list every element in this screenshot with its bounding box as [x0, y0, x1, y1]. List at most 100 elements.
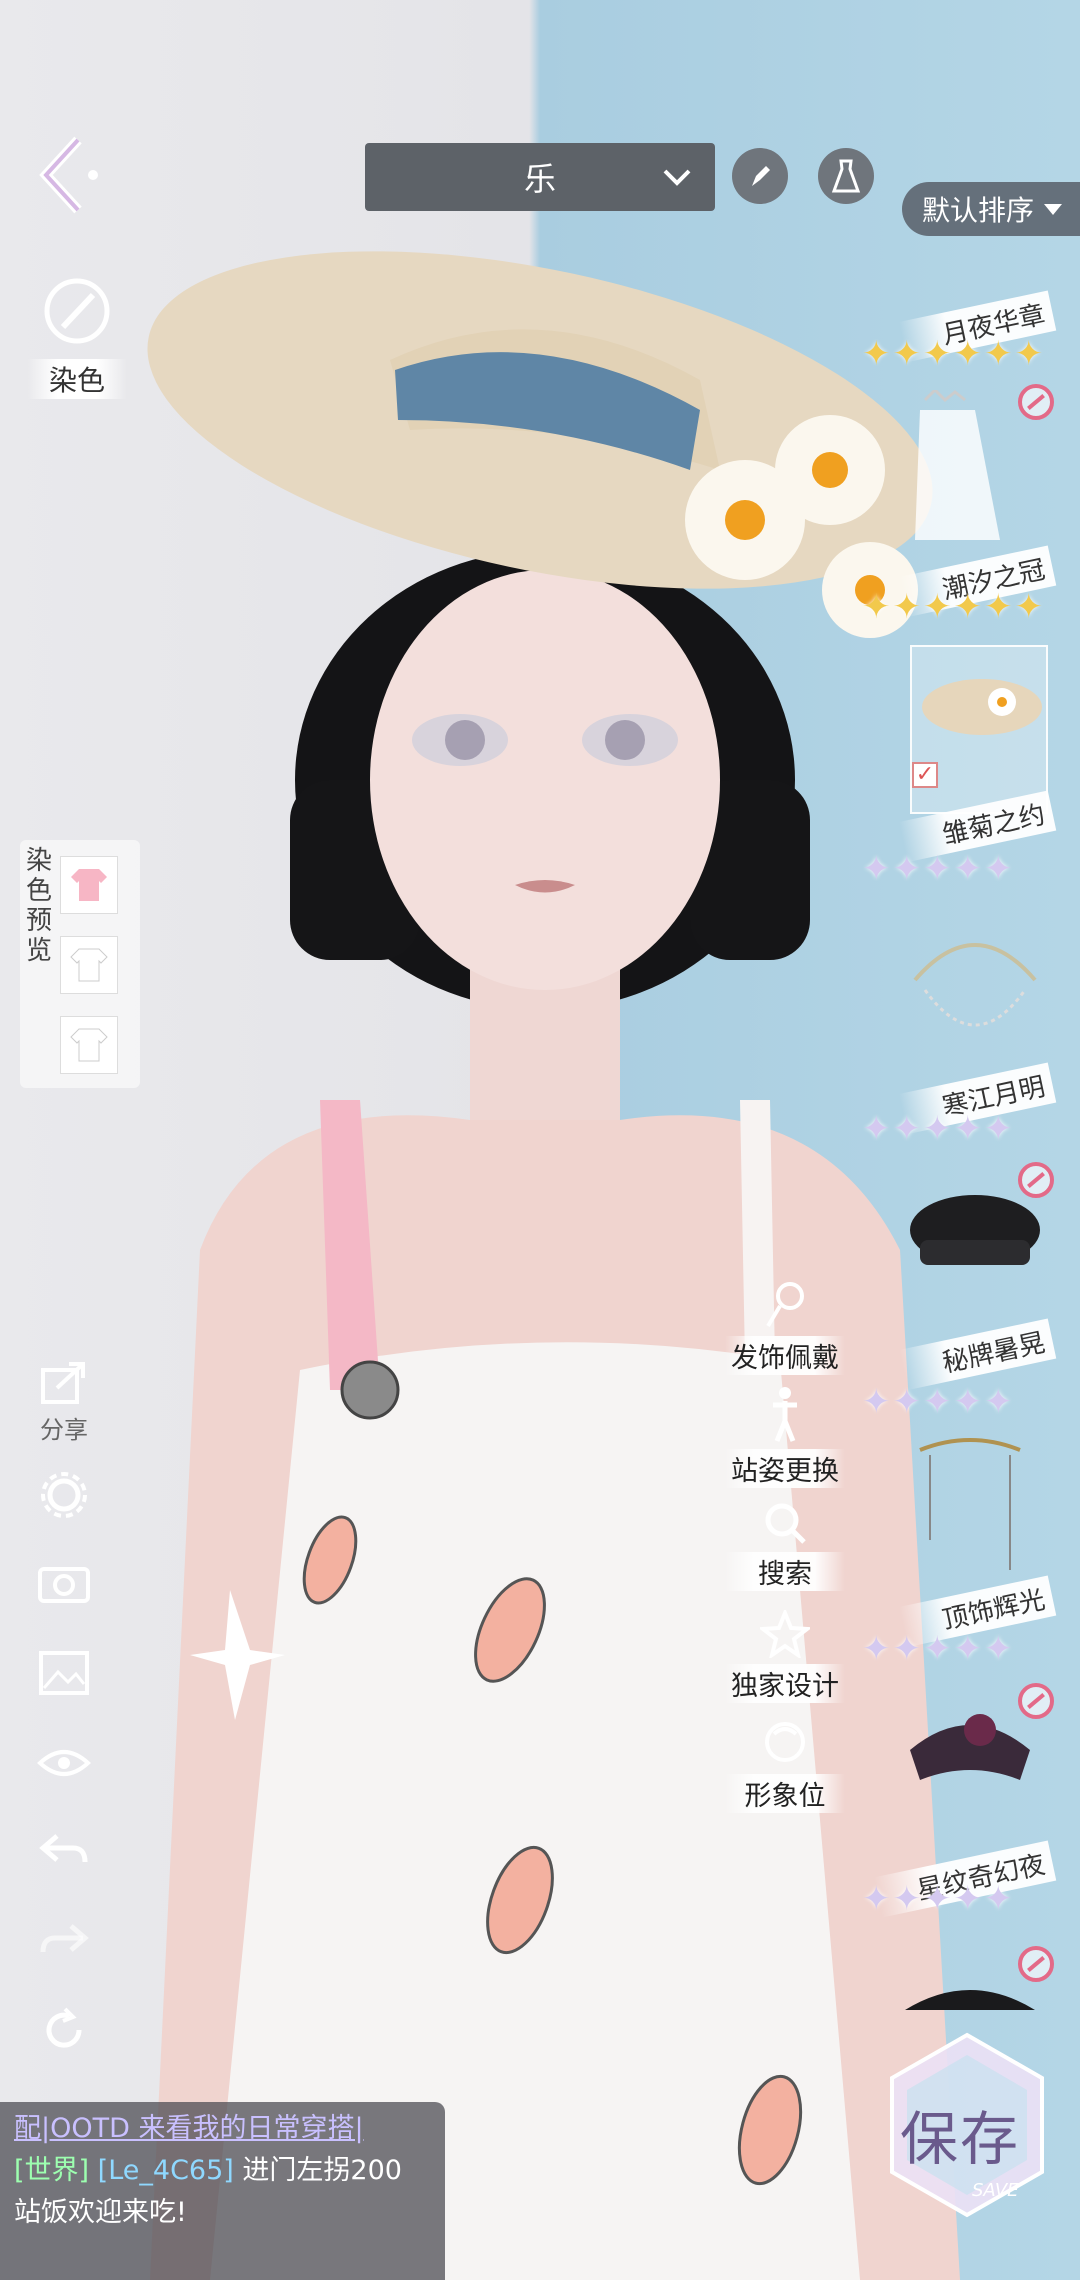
reset-button[interactable]	[32, 2005, 96, 2059]
palette-brush-icon	[44, 278, 110, 344]
dye-slot-3[interactable]	[60, 1016, 118, 1074]
hide-ui-button[interactable]	[32, 1745, 96, 1785]
triangle-down-icon	[1044, 203, 1063, 215]
chat-username[interactable]: [Le_4C65]	[98, 2155, 234, 2186]
eye-icon	[37, 1750, 91, 1776]
feature-label: 站姿更换	[725, 1449, 845, 1488]
sort-label: 默认排序	[922, 194, 1035, 227]
straw-hat-icon	[922, 679, 1042, 735]
rarity-stars: ✦ ✦ ✦ ✦ ✦	[862, 1882, 1013, 1916]
dye-slot-2[interactable]	[60, 936, 118, 994]
chevron-down-icon	[663, 169, 691, 186]
dress-icon	[831, 159, 861, 193]
star-icon: ✦	[984, 1109, 1013, 1149]
pose-icon	[773, 1387, 797, 1442]
share-button[interactable]: 分享	[32, 1360, 96, 1445]
pose-button[interactable]: 站姿更换	[725, 1385, 845, 1488]
dropdown-value: 乐	[523, 160, 556, 198]
undo-icon	[39, 1834, 88, 1863]
star-icon: ✦	[892, 587, 922, 627]
rarity-stars: ✦ ✦ ✦ ✦ ✦	[862, 1385, 1013, 1419]
category-dropdown[interactable]: 乐	[365, 143, 715, 211]
dye-preview-label: 染色预览	[26, 846, 53, 966]
star-icon: ✦	[1014, 334, 1044, 374]
hairpin-icon	[766, 1282, 804, 1328]
star-icon: ✦	[892, 334, 922, 374]
item-thumbnail[interactable]	[900, 1180, 1050, 1300]
star-icon: ✦	[984, 1879, 1013, 1919]
star-icon: ✦	[923, 1879, 952, 1919]
chevron-left-icon	[39, 136, 98, 214]
star-icon: ✦	[862, 587, 891, 627]
hair-chain-icon	[919, 1438, 1021, 1570]
share-label: 分享	[40, 1416, 88, 1444]
item-thumbnail[interactable]	[910, 1430, 1030, 1580]
avatar-slot-button[interactable]: 形象位	[725, 1720, 845, 1813]
star-icon: ✦	[892, 849, 922, 889]
settings-button[interactable]	[32, 1470, 96, 1524]
star-icon: ✦	[862, 849, 891, 889]
search-button[interactable]: 搜索	[725, 1500, 845, 1591]
shirt-icon	[70, 948, 108, 982]
hair-accessory-button[interactable]: 发饰佩戴	[725, 1280, 845, 1375]
star-icon: ✦	[862, 1382, 891, 1422]
item-thumbnail[interactable]	[905, 387, 1025, 550]
star-icon	[757, 1607, 813, 1660]
rarity-stars: ✦ ✦ ✦ ✦ ✦ ✦	[862, 590, 1043, 624]
background-button[interactable]	[32, 1650, 96, 1700]
star-icon: ✦	[953, 849, 983, 889]
star-icon: ✦	[953, 1109, 983, 1149]
chat-channel: [世界]	[14, 2155, 90, 2186]
dye-button[interactable]: 染色	[22, 275, 132, 410]
share-icon	[41, 1362, 85, 1404]
back-button[interactable]	[38, 135, 108, 215]
chat-message: 站饭欢迎来吃!	[14, 2197, 187, 2228]
star-icon: ✦	[953, 1382, 983, 1422]
avatar-icon	[765, 1722, 805, 1762]
veil-crown-icon	[915, 387, 1000, 540]
locked-icon	[1018, 1946, 1054, 1982]
starry-headpiece-icon	[910, 1714, 1030, 1780]
star-icon: ✦	[953, 587, 983, 627]
star-icon: ✦	[984, 1382, 1013, 1422]
star-icon: ✦	[923, 1629, 952, 1669]
refresh-icon	[46, 2007, 82, 2048]
pen-icon	[752, 166, 770, 186]
item-thumbnail[interactable]	[905, 920, 1045, 1060]
save-button[interactable]: 保存 SAVE	[882, 2030, 1052, 2220]
hat-icon	[905, 1990, 1035, 2010]
sort-dropdown[interactable]: 默认排序	[902, 182, 1080, 236]
star-icon: ✦	[984, 334, 1013, 374]
dye-label: 染色	[27, 359, 127, 399]
star-icon: ✦	[1014, 587, 1044, 627]
redo-button[interactable]	[32, 1920, 96, 1964]
star-icon: ✦	[892, 1382, 922, 1422]
exclusive-design-button[interactable]: 独家设计	[725, 1607, 845, 1703]
item-thumbnail[interactable]	[905, 1980, 1035, 2010]
edit-button[interactable]	[732, 148, 788, 204]
camera-button[interactable]	[32, 1560, 96, 1608]
undo-button[interactable]	[32, 1830, 96, 1874]
star-icon: ✦	[892, 1629, 922, 1669]
star-icon: ✦	[984, 587, 1013, 627]
star-icon: ✦	[953, 1879, 983, 1919]
star-icon: ✦	[923, 849, 952, 889]
rarity-stars: ✦ ✦ ✦ ✦ ✦	[862, 1112, 1013, 1146]
outfit-button[interactable]	[818, 148, 874, 204]
item-thumbnail[interactable]	[900, 1690, 1040, 1820]
save-label: 保存	[900, 2105, 1021, 2173]
shirt-icon	[71, 869, 107, 901]
chat-box[interactable]: 配|OOTD 来看我的日常穿搭| [世界] [Le_4C65] 进门左拐200 …	[0, 2102, 445, 2280]
rarity-stars: ✦ ✦ ✦ ✦ ✦ ✦	[862, 337, 1043, 371]
selected-item-frame[interactable]	[910, 645, 1048, 814]
dye-preview-panel: 染色预览	[20, 840, 140, 1088]
image-icon	[39, 1651, 89, 1695]
star-icon: ✦	[862, 1629, 891, 1669]
star-icon: ✦	[953, 334, 983, 374]
star-icon: ✦	[984, 849, 1013, 889]
checkmark-icon: ✓	[912, 762, 938, 788]
dye-slot-1[interactable]	[60, 856, 118, 914]
save-sub-label: SAVE	[972, 2180, 1019, 2201]
chat-link[interactable]: 配|OOTD 来看我的日常穿搭|	[14, 2108, 431, 2150]
rarity-stars: ✦ ✦ ✦ ✦ ✦	[862, 1632, 1013, 1666]
